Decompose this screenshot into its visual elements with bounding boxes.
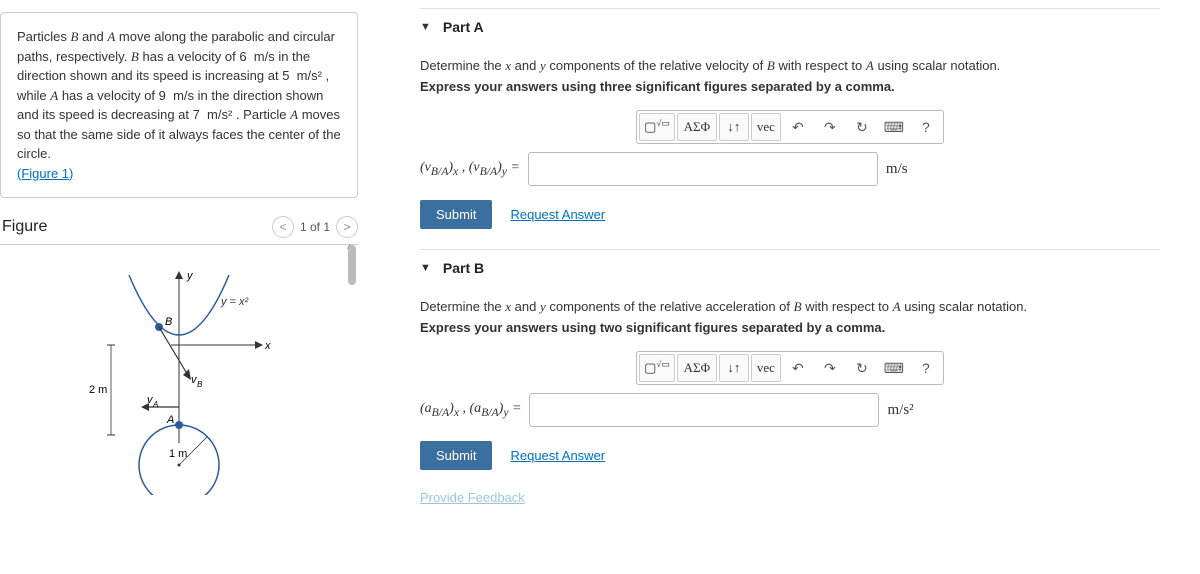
submit-button[interactable]: Submit: [420, 441, 492, 470]
part-prompt: Determine the x and y components of the …: [420, 298, 1160, 316]
template-button[interactable]: ▢√▭: [639, 113, 675, 141]
collapse-icon: ▼: [420, 262, 431, 274]
svg-text:A: A: [152, 400, 158, 409]
svg-text:y = x²: y = x²: [220, 296, 249, 308]
vec-button[interactable]: vec: [751, 113, 781, 141]
pager-next-button[interactable]: >: [336, 216, 358, 238]
help-button[interactable]: ?: [911, 354, 941, 382]
request-answer-link[interactable]: Request Answer: [510, 207, 605, 222]
greek-button[interactable]: ΑΣΦ: [677, 354, 717, 382]
redo-button[interactable]: ↷: [815, 113, 845, 141]
figure-diagram: y x y = x² B v B 2 m v A: [49, 265, 309, 495]
part-a: ▼ Part A Determine the x and y component…: [420, 8, 1160, 229]
part-header[interactable]: ▼ Part B: [420, 249, 1160, 286]
answer-unit: m/s: [886, 161, 926, 178]
keyboard-button[interactable]: ⌨: [879, 354, 909, 382]
part-header[interactable]: ▼ Part A: [420, 8, 1160, 45]
template-button[interactable]: ▢√▭: [639, 354, 675, 382]
figure-link[interactable]: (Figure 1): [17, 166, 73, 181]
vec-button[interactable]: vec: [751, 354, 781, 382]
svg-text:x: x: [264, 340, 271, 352]
pager-text: 1 of 1: [300, 220, 330, 234]
answer-label: (aB/A)x , (aB/A)y =: [420, 401, 521, 419]
undo-button[interactable]: ↶: [783, 354, 813, 382]
svg-text:1 m: 1 m: [169, 448, 187, 460]
subsup-button[interactable]: ↓↑: [719, 113, 749, 141]
svg-text:B: B: [197, 380, 203, 389]
undo-button[interactable]: ↶: [783, 113, 813, 141]
pager-prev-button[interactable]: <: [272, 216, 294, 238]
part-title: Part B: [443, 260, 484, 276]
reset-button[interactable]: ↻: [847, 354, 877, 382]
answer-input[interactable]: [529, 393, 879, 427]
subsup-button[interactable]: ↓↑: [719, 354, 749, 382]
scrollbar-thumb[interactable]: [348, 245, 356, 285]
svg-text:A: A: [166, 414, 174, 426]
collapse-icon: ▼: [420, 21, 431, 33]
keyboard-button[interactable]: ⌨: [879, 113, 909, 141]
provide-feedback-link[interactable]: Provide Feedback: [420, 490, 1160, 505]
equation-toolbar: ▢√▭ ΑΣΦ ↓↑ vec ↶ ↷ ↻ ⌨ ?: [636, 110, 944, 144]
part-b: ▼ Part B Determine the x and y component…: [420, 249, 1160, 470]
part-instruction: Express your answers using two significa…: [420, 320, 1160, 335]
part-instruction: Express your answers using three signifi…: [420, 79, 1160, 94]
figure-pane: ▴ y x y = x² B v B 2 m: [0, 244, 358, 574]
answer-unit: m/s²: [887, 402, 927, 419]
redo-button[interactable]: ↷: [815, 354, 845, 382]
greek-button[interactable]: ΑΣΦ: [677, 113, 717, 141]
part-title: Part A: [443, 19, 484, 35]
help-button[interactable]: ?: [911, 113, 941, 141]
problem-statement: Particles B and A move along the parabol…: [0, 12, 358, 198]
svg-text:2 m: 2 m: [89, 384, 107, 396]
figure-title: Figure: [2, 218, 47, 236]
request-answer-link[interactable]: Request Answer: [510, 448, 605, 463]
answer-label: (vB/A)x , (vB/A)y =: [420, 160, 520, 178]
svg-text:y: y: [186, 270, 194, 282]
reset-button[interactable]: ↻: [847, 113, 877, 141]
figure-pager: < 1 of 1 >: [272, 216, 358, 238]
problem-text: Particles B and A move along the parabol…: [17, 29, 341, 161]
submit-button[interactable]: Submit: [420, 200, 492, 229]
part-prompt: Determine the x and y components of the …: [420, 57, 1160, 75]
answer-input[interactable]: [528, 152, 878, 186]
equation-toolbar: ▢√▭ ΑΣΦ ↓↑ vec ↶ ↷ ↻ ⌨ ?: [636, 351, 944, 385]
svg-text:B: B: [165, 316, 172, 328]
